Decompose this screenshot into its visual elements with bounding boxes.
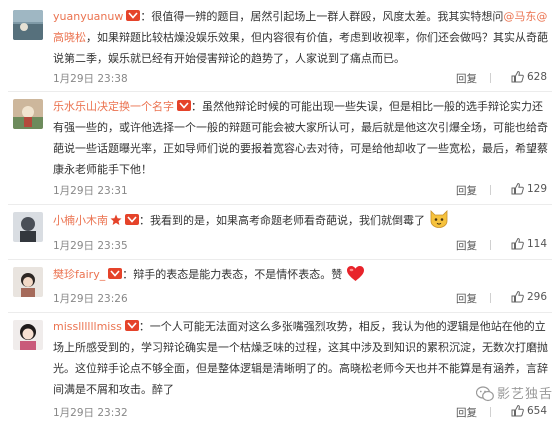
wechat-icon [475, 386, 494, 402]
like-count: 129 [526, 183, 547, 195]
watermark-text: 影艺独舌 [496, 387, 553, 402]
comment-list: yuanyuanuw ：很值得一辨的题目，居然引起场上一群人群殴，风度太差。我其实… [0, 0, 557, 428]
comment-body: missllllllmiss ：一个人可能无法面对这么多张嘴强烈攻势，相反，我认为… [53, 316, 549, 400]
comment-body: 小楠小木南 ：我看到的是，如果高考命题老师看奇葩说，我们就倒霉了 [53, 210, 549, 231]
vip-badge-icon [124, 320, 139, 331]
vip-badge-icon [177, 100, 191, 111]
username-link[interactable]: missllllllmiss [53, 320, 122, 333]
avatar[interactable] [13, 10, 43, 40]
like-button[interactable]: 654 [511, 404, 547, 417]
comment-meta: 1月29日 23:38 回复 628 [53, 70, 549, 86]
divider [490, 407, 491, 417]
reply-button[interactable]: 回复 [456, 405, 477, 420]
divider [8, 91, 552, 92]
thumbs-up-icon [511, 404, 524, 417]
divider [8, 259, 552, 260]
avatar[interactable] [13, 99, 43, 129]
like-button[interactable]: 114 [511, 237, 547, 250]
avatar[interactable] [13, 267, 43, 297]
comment-meta: 1月29日 23:26 回复 296 [53, 290, 549, 306]
thumbs-up-icon [511, 182, 524, 195]
username-link[interactable]: 小楠小木南 [53, 214, 108, 227]
reply-button[interactable]: 回复 [456, 71, 477, 86]
username-link[interactable]: 樊珍fairy_ [53, 268, 105, 281]
like-button[interactable]: 129 [511, 182, 547, 195]
comment-meta: 1月29日 23:32 回复 654 [53, 404, 549, 420]
vip-badge-icon [108, 268, 123, 279]
thumbs-up-icon [511, 237, 524, 250]
reply-button[interactable]: 回复 [456, 183, 477, 198]
divider [490, 293, 491, 303]
reply-button[interactable]: 回复 [456, 291, 477, 306]
comment-time: 1月29日 23:35 [53, 240, 128, 252]
like-count: 654 [526, 405, 547, 417]
like-button[interactable]: 628 [511, 70, 547, 83]
comment-text: ：一个人可能无法面对这么多张嘴强烈攻势，相反，我认为他的逻辑是他站在他的立场上所… [53, 320, 548, 396]
comment-text: ：我看到的是，如果高考命题老师看奇葩说，我们就倒霉了 [139, 214, 425, 227]
comment-meta: 1月29日 23:31 回复 129 [53, 182, 549, 198]
comment-time: 1月29日 23:32 [53, 407, 128, 419]
thumbs-up-icon [511, 290, 524, 303]
comment-body: yuanyuanuw ：很值得一辨的题目，居然引起场上一群人群殴，风度太差。我其实… [53, 6, 549, 69]
comment-time: 1月29日 23:26 [53, 293, 128, 305]
comment-text: ，如果辩题比较枯燥没娱乐效果，但内容很有价值，考虑到收视率，你们还会做吗？其实从… [53, 31, 548, 65]
username-link[interactable]: yuanyuanuw [53, 10, 123, 23]
like-count: 628 [526, 71, 547, 83]
comment-body: 樊珍fairy_ ：辩手的表态是能力表态，不是情怀表态。赞 [53, 264, 549, 285]
comment-text: ：很值得一辨的题目，居然引起场上一群人群殴，风度太差。我其实特想问 [140, 10, 504, 23]
vip-badge-icon [126, 10, 141, 21]
username-link[interactable]: 乐水乐山决定换一个名字 [53, 100, 174, 113]
comment-meta: 1月29日 23:35 回复 114 [53, 237, 549, 253]
heart-emoji [347, 266, 365, 281]
comment-time: 1月29日 23:38 [53, 73, 128, 85]
like-count: 114 [526, 238, 547, 250]
reply-button[interactable]: 回复 [456, 238, 477, 253]
comment-body: 乐水乐山决定换一个名字 ：虽然他辩论时候的可能出现一些失误，但是相比一般的选手辩论… [53, 96, 549, 180]
divider [490, 240, 491, 250]
watermark: 影艺独舌 [475, 383, 553, 402]
divider [490, 73, 491, 83]
like-button[interactable]: 296 [511, 290, 547, 303]
avatar[interactable] [13, 320, 43, 350]
like-count: 296 [526, 291, 547, 303]
vip-badge-icon [125, 214, 139, 225]
comment-time: 1月29日 23:31 [53, 185, 128, 197]
comment-text: ：辩手的表态是能力表态，不是情怀表态。赞 [122, 268, 343, 281]
star-icon [110, 214, 122, 225]
avatar[interactable] [13, 212, 43, 242]
cat-face-emoji [430, 210, 448, 228]
divider [490, 185, 491, 195]
divider [8, 204, 552, 205]
divider [8, 312, 552, 313]
thumbs-up-icon [511, 70, 524, 83]
mention-link[interactable]: @马东 [503, 10, 536, 23]
